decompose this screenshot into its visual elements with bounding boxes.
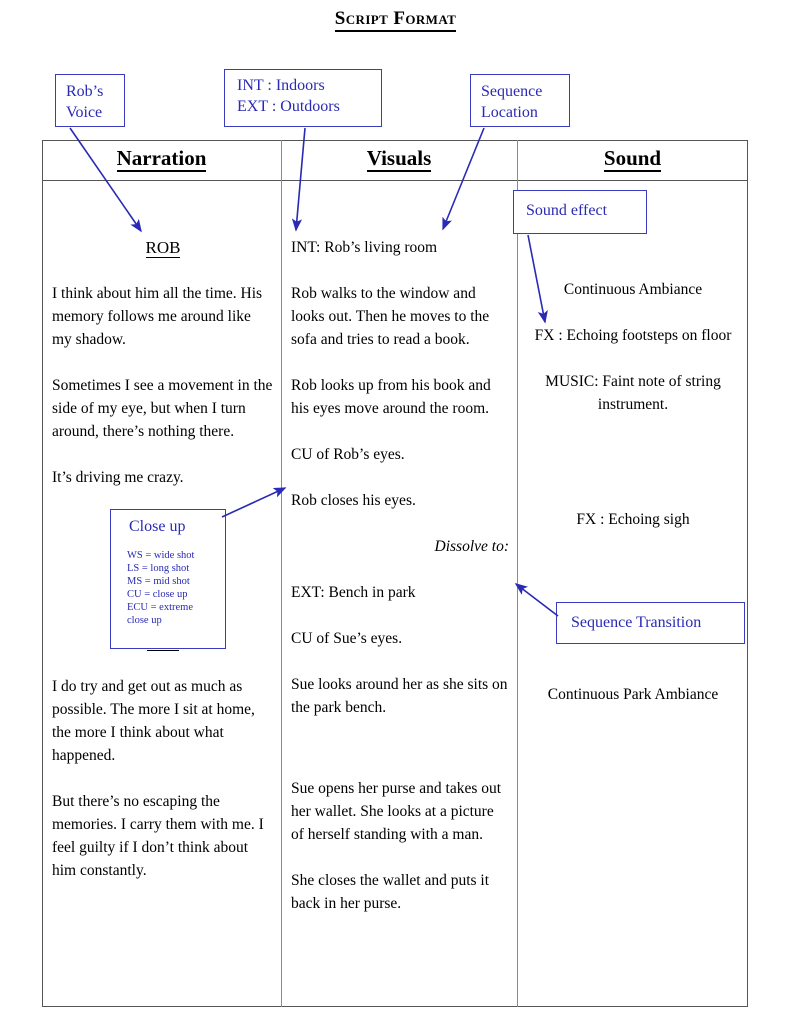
annotation-sequence-location-line1: Sequence [481, 83, 543, 100]
sound-paragraph: FX : Echoing footsteps on floor [534, 327, 732, 344]
shot-size-item: CU = close up [127, 589, 188, 600]
column-header-sound: Sound [517, 146, 748, 172]
shot-size-item: MS = mid shot [127, 576, 190, 587]
visuals-paragraph: Rob walks to the window and looks out. T… [291, 285, 490, 348]
visuals-paragraph: CU of Sue’s eyes. [291, 630, 403, 647]
visuals-paragraph: Rob looks up from his book and his eyes … [291, 377, 491, 417]
annotation-rob-voice-line2: Voice [66, 104, 103, 121]
visuals-paragraph: Rob closes his eyes. [291, 492, 416, 509]
column-header-narration-text: Narration [116, 146, 207, 172]
annotation-sequence-location: Sequence Location [470, 74, 570, 127]
sound-paragraph: Continuous Park Ambiance [547, 686, 719, 703]
annotation-rob-voice: Rob’s Voice [55, 74, 125, 127]
narration-paragraph: I think about him all the time. His memo… [52, 285, 263, 348]
annotation-sound-effect-text: Sound effect [526, 202, 608, 219]
column-divider-1 [281, 140, 282, 1007]
annotation-sound-effect: Sound effect [513, 190, 647, 234]
speaker-rob: ROB [52, 236, 274, 259]
column-header-visuals: Visuals [281, 146, 517, 172]
page-title-text: Script Format [334, 8, 457, 32]
speaker-rob-text: ROB [145, 238, 181, 258]
narration-paragraph: I do try and get out as much as possible… [52, 678, 255, 764]
annotation-sequence-location-line2: Location [481, 104, 538, 121]
annotation-close-up: Close up WS = wide shot LS = long shot M… [110, 509, 226, 649]
visuals-paragraph: Sue looks around her as she sits on the … [291, 676, 508, 716]
annotation-sequence-transition: Sequence Transition [556, 602, 745, 644]
narration-paragraph: Sometimes I see a movement in the side o… [52, 377, 273, 440]
annotation-ext-line: EXT : Outdoors [237, 98, 340, 115]
column-header-visuals-text: Visuals [366, 146, 432, 172]
shot-size-item: ECU = extreme [127, 602, 193, 613]
annotation-close-up-title: Close up [129, 518, 186, 535]
annotation-int-ext: INT : Indoors EXT : Outdoors [224, 69, 382, 127]
column-header-sound-text: Sound [603, 146, 662, 172]
script-format-page: Script Format Narration Visuals Sound RO… [0, 0, 791, 1024]
visuals-paragraph: EXT: Bench in park [291, 584, 416, 601]
visuals-column: INT: Rob’s living room Rob walks to the … [291, 236, 509, 915]
column-divider-2 [517, 140, 518, 1007]
shot-size-legend: WS = wide shot LS = long shot MS = mid s… [111, 537, 225, 627]
visuals-transition: Dissolve to: [434, 538, 509, 555]
page-title: Script Format [0, 8, 791, 32]
visuals-paragraph: INT: Rob’s living room [291, 239, 438, 256]
visuals-paragraph: Sue opens her purse and takes out her wa… [291, 780, 502, 843]
shot-size-item: close up [127, 615, 162, 626]
sound-paragraph: MUSIC: Faint note of string instrument. [545, 373, 721, 413]
visuals-paragraph: CU of Rob’s eyes. [291, 446, 405, 463]
shot-size-item: LS = long shot [127, 563, 190, 574]
header-rule [42, 180, 748, 181]
annotation-rob-voice-line1: Rob’s [66, 83, 104, 100]
narration-paragraph: But there’s no escaping the memories. I … [52, 793, 264, 879]
narration-paragraph: It’s driving me crazy. [52, 469, 184, 486]
column-header-narration: Narration [42, 146, 281, 172]
annotation-sequence-transition-text: Sequence Transition [571, 614, 702, 631]
sound-paragraph: FX : Echoing sigh [576, 511, 690, 528]
shot-size-item: WS = wide shot [127, 550, 195, 561]
visuals-paragraph: She closes the wallet and puts it back i… [291, 872, 490, 912]
sound-paragraph: Continuous Ambiance [563, 281, 703, 298]
annotation-int-line: INT : Indoors [237, 77, 325, 94]
